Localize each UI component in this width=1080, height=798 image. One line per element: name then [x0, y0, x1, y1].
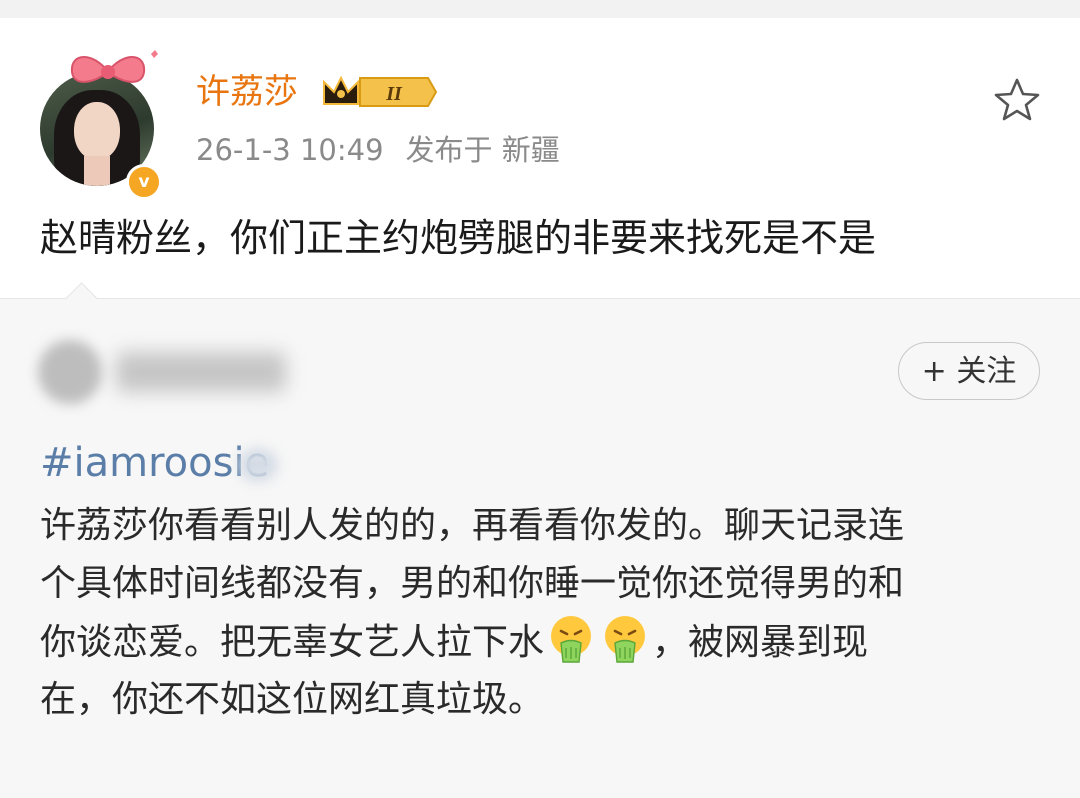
user-avatar[interactable]: v: [40, 50, 162, 200]
star-outline-icon[interactable]: [992, 76, 1042, 122]
hashtag-blur: [238, 448, 278, 482]
blurred-username[interactable]: [116, 352, 286, 392]
username[interactable]: 许荔莎: [196, 72, 298, 112]
crown-rank-badge-icon: II: [323, 75, 438, 107]
top-divider: [0, 0, 1080, 18]
repost-line: 你谈恋爱。把无辜女艺人拉下水 ，被网暴到现: [40, 614, 1050, 672]
hashtag-link[interactable]: #iamroosie: [40, 440, 269, 486]
repost-text: 许荔莎你看看别人发的的，再看看你发的。聊天记录连 个具体时间线都没有，男的和你睡…: [40, 498, 1050, 730]
vomit-emoji-icon: [551, 616, 592, 663]
follow-button[interactable]: + 关注: [898, 342, 1040, 400]
post-location: 新疆: [501, 133, 560, 167]
verified-v-icon: v: [126, 164, 162, 200]
blurred-avatar[interactable]: [38, 340, 102, 404]
vomit-emoji-icon: [605, 616, 646, 663]
post-text: 赵晴粉丝，你们正主约炮劈腿的非要来找死是不是: [40, 216, 877, 260]
rank-label: II: [385, 83, 403, 105]
repost-line: 在，你还不如这位网红真垃圾。: [40, 679, 545, 720]
post-meta: 26-1-3 10:49 发布于 新疆: [196, 132, 560, 168]
repost-line: 个具体时间线都没有，男的和你睡一觉你还觉得男的和: [40, 563, 905, 604]
repost-line: 许荔莎你看看别人发的的，再看看你发的。聊天记录连: [40, 505, 905, 546]
published-label: 发布于: [405, 133, 493, 167]
post-timestamp: 26-1-3 10:49: [196, 133, 384, 167]
bow-decoration-icon: [70, 50, 158, 83]
